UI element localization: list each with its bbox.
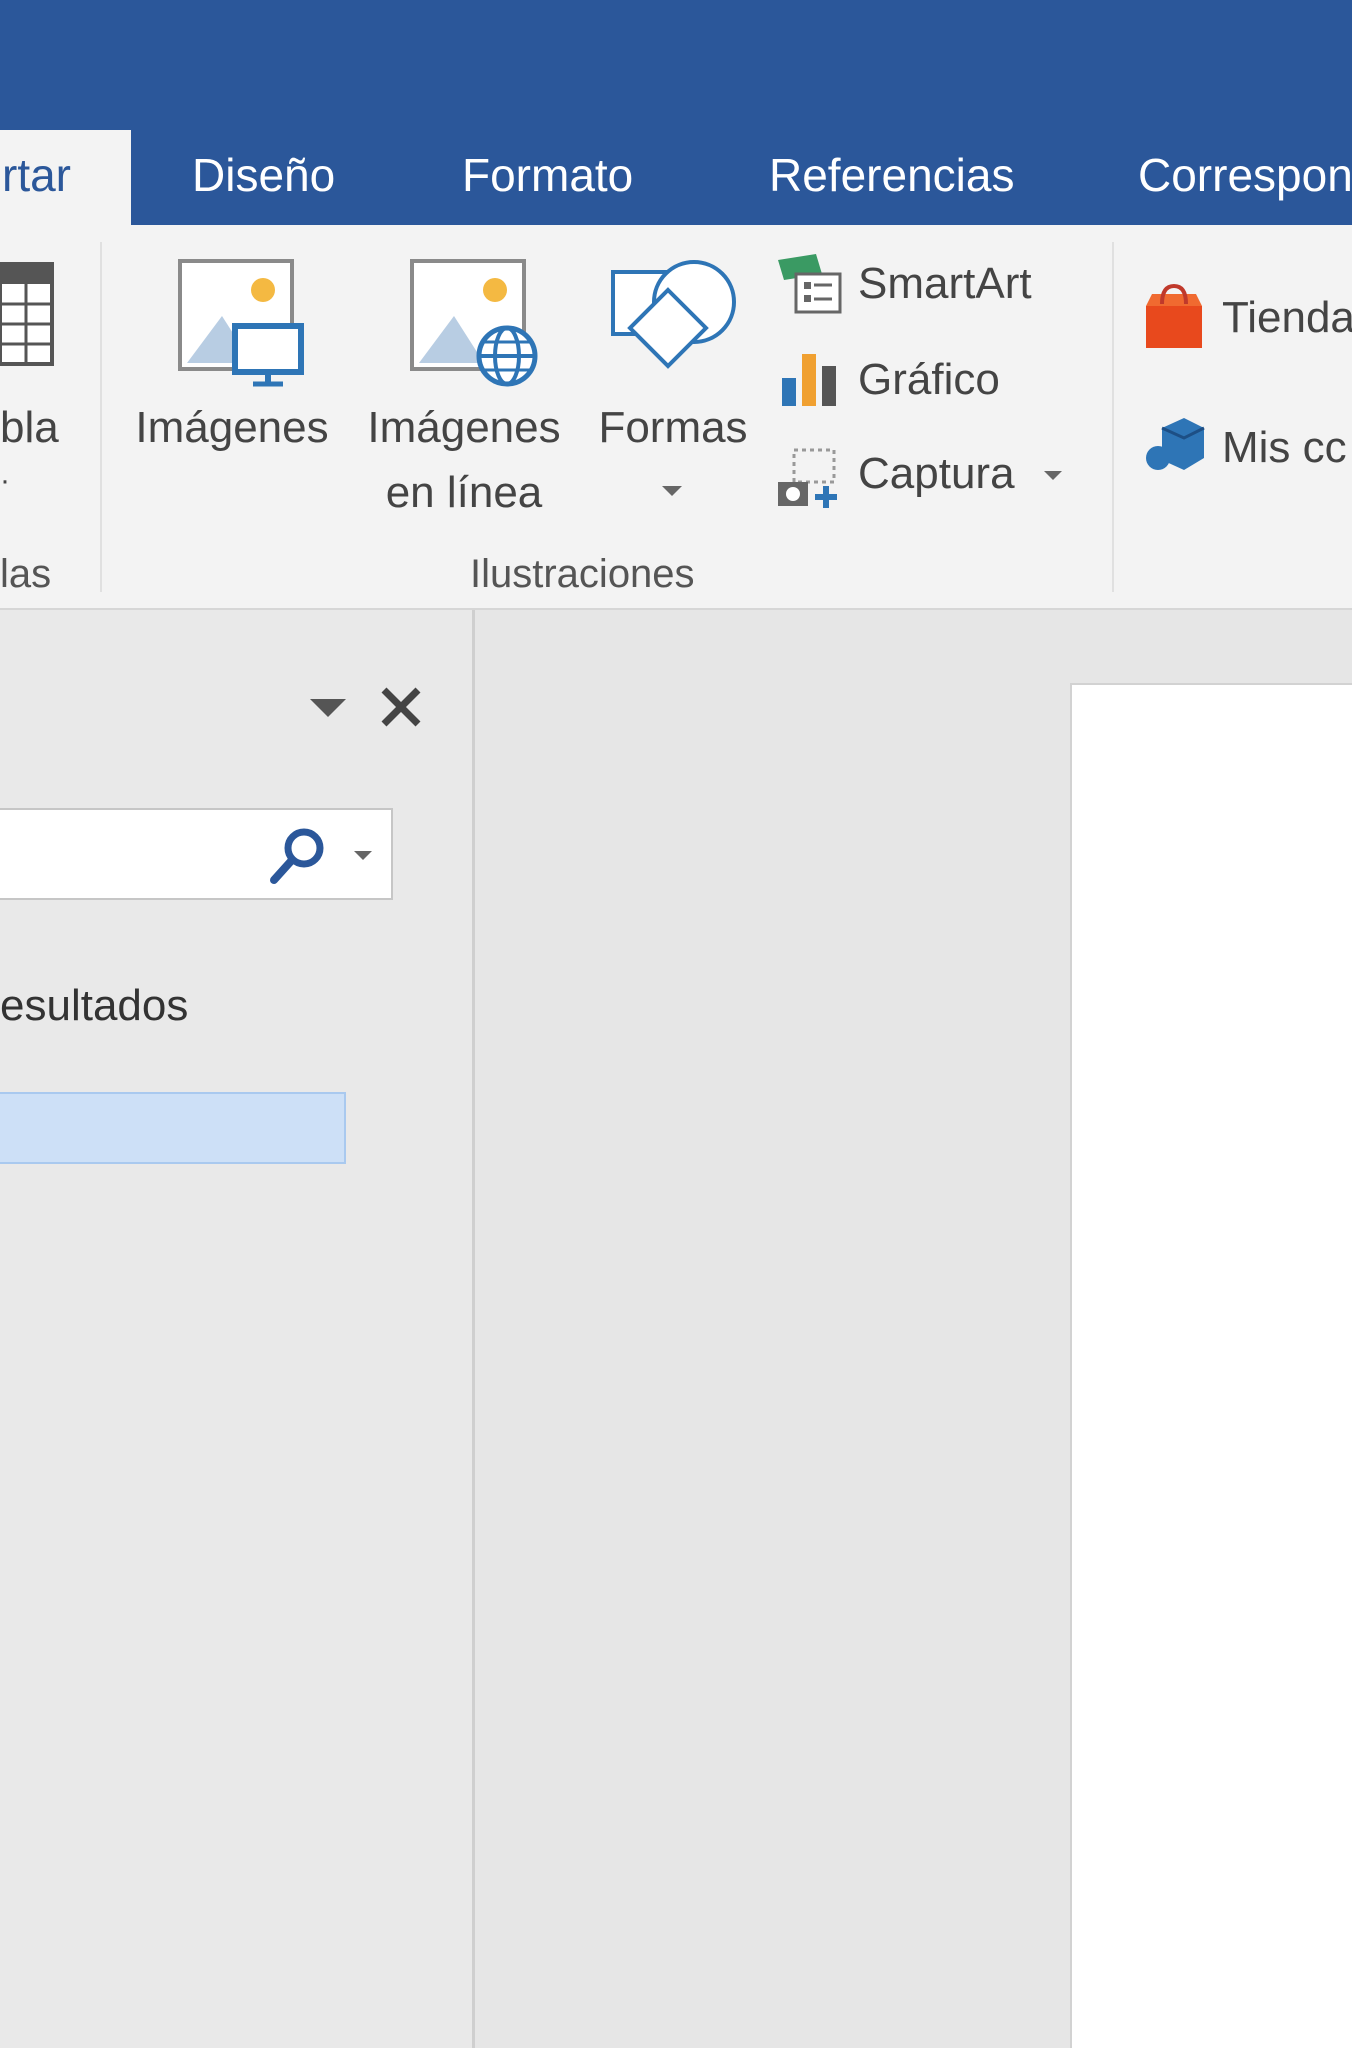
store-icon <box>1144 283 1206 357</box>
pictures-icon <box>177 258 307 393</box>
results-label: esultados <box>0 981 189 1030</box>
shapes-icon <box>608 250 738 385</box>
tab-insertar-label: rtar <box>2 149 71 201</box>
tienda-label: Tienda <box>1222 293 1355 342</box>
chevron-down-icon[interactable] <box>352 848 374 866</box>
captura-label: Captura <box>858 449 1015 498</box>
captura-button[interactable]: Captura <box>776 440 1076 512</box>
smartart-label: SmartArt <box>858 259 1032 308</box>
tab-diseno[interactable]: Diseño <box>192 130 335 225</box>
imagenes-label: Imágenes <box>135 403 329 452</box>
group-separator <box>100 242 102 592</box>
chart-icon <box>780 348 842 415</box>
screenshot-icon <box>776 446 846 517</box>
tab-correspondencia[interactable]: Correspon <box>1138 130 1356 225</box>
search-input[interactable] <box>0 808 393 900</box>
close-icon[interactable] <box>378 684 424 735</box>
tabla-button-label: bla <box>0 403 59 452</box>
formas-label: Formas <box>598 403 748 452</box>
group-separator <box>1112 242 1114 592</box>
tab-formato[interactable]: Formato <box>462 130 633 225</box>
chevron-down-icon <box>1042 468 1064 486</box>
online-pictures-icon <box>409 258 545 395</box>
table-icon[interactable] <box>0 262 56 373</box>
smartart-button[interactable]: SmartArt <box>776 252 1066 322</box>
imagenes-en-linea-label-1: Imágenes <box>367 403 561 452</box>
formas-button[interactable]: Formas <box>588 250 758 520</box>
grafico-label: Gráfico <box>858 355 1000 404</box>
smartart-icon <box>776 252 846 323</box>
imagenes-button[interactable]: Imágenes <box>124 250 340 470</box>
window-edge <box>1352 0 1356 2048</box>
imagenes-en-linea-label-2: en línea <box>385 468 543 517</box>
tienda-button[interactable]: Tienda <box>1142 280 1356 360</box>
grafico-button[interactable]: Gráfico <box>776 348 1036 418</box>
mis-complementos-button[interactable]: Mis cc <box>1142 410 1356 490</box>
tablas-group-label: las <box>0 552 52 596</box>
document-page[interactable] <box>1070 683 1356 2048</box>
pane-options-dropdown-icon[interactable] <box>308 697 348 724</box>
tabla-dropdown-mark: · <box>0 464 10 497</box>
highlighted-result-item[interactable] <box>0 1092 346 1164</box>
chevron-down-icon <box>660 484 684 503</box>
word-window: rtar Diseño Formato Referencias Correspo… <box>0 0 1356 2048</box>
imagenes-en-linea-button[interactable]: Imágenes en línea <box>356 250 572 530</box>
tab-insertar[interactable]: rtar <box>0 130 131 225</box>
tab-referencias[interactable]: Referencias <box>769 130 1014 225</box>
search-icon[interactable] <box>268 826 328 891</box>
ilustraciones-group-label: Ilustraciones <box>470 552 695 596</box>
mis-complementos-label: Mis cc <box>1222 423 1347 472</box>
add-ins-icon <box>1144 414 1206 481</box>
